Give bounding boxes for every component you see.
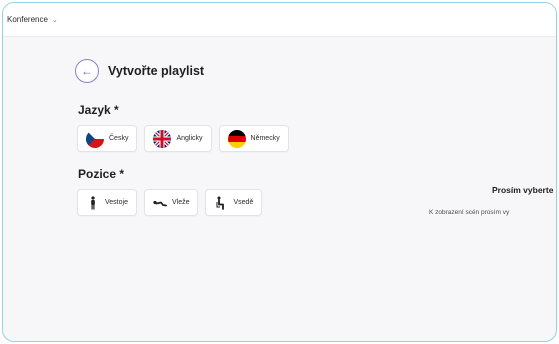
position-option-label: Vestoje	[105, 199, 128, 206]
language-option-english[interactable]: Anglicky	[144, 125, 212, 152]
language-section-label: Jazyk *	[78, 103, 119, 117]
breadcrumb-label: Konference	[7, 15, 48, 24]
position-option-label: Vsedě	[233, 199, 254, 206]
german-flag-icon	[227, 129, 246, 148]
chevron-down-icon: ⌄	[51, 16, 58, 24]
language-option-label: Česky	[109, 135, 129, 142]
lying-person-icon	[153, 200, 167, 206]
language-options: Česky Anglicky Německy	[77, 125, 289, 152]
arrow-left-icon: ←	[81, 64, 93, 78]
position-section-label: Pozice *	[78, 167, 125, 181]
position-option-standing[interactable]: Vestoje	[77, 189, 137, 216]
position-option-sitting[interactable]: Vsedě	[205, 189, 263, 216]
page-title: Vytvořte playlist	[108, 64, 205, 78]
language-option-czech[interactable]: Česky	[77, 125, 138, 152]
breadcrumb-dropdown[interactable]: Konference ⌄	[7, 15, 58, 24]
language-option-label: Anglicky	[176, 135, 203, 142]
app-frame: Konference ⌄ ← Vytvořte playlist Jazyk *…	[2, 2, 557, 342]
language-option-german[interactable]: Německy	[218, 125, 289, 152]
uk-flag-icon	[153, 129, 172, 148]
language-option-label: Německy	[250, 135, 280, 142]
standing-person-icon	[91, 195, 95, 209]
position-options: Vestoje Vleže Vsedě	[77, 189, 263, 216]
top-bar: Konference ⌄	[3, 3, 556, 37]
empty-state-title: Prosím vyberte	[492, 185, 554, 195]
sitting-person-icon	[216, 196, 225, 210]
czech-flag-icon	[86, 129, 104, 148]
back-button[interactable]: ←	[75, 59, 99, 83]
position-option-lying[interactable]: Vleže	[143, 189, 199, 216]
position-option-label: Vleže	[171, 199, 190, 206]
empty-state-text: K zobrazení scén prosím vy	[429, 209, 510, 216]
